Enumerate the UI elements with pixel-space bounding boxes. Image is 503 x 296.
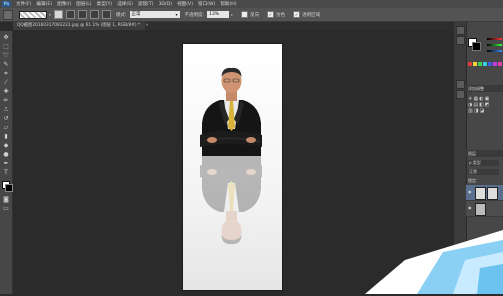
marquee-tool-icon[interactable]: ⬚ <box>2 43 10 50</box>
swatch[interactable] <box>468 62 472 66</box>
crop-tool-icon[interactable]: ⌗ <box>2 70 10 77</box>
layer-mask-thumbnail <box>487 187 498 200</box>
options-bar: ▾ 模式: 正常 不透明度: 13% ▸ 反向 ✓ 仿色 ✓ 透明区域 <box>0 8 503 22</box>
layer-thumbnail <box>475 203 486 216</box>
close-icon[interactable]: × <box>145 23 149 28</box>
layers-filter-kind[interactable]: ρ 类型 <box>468 160 499 166</box>
menu-select[interactable]: 选择(S) <box>117 1 133 7</box>
gradient-tool-icon[interactable]: ▮ <box>2 133 10 140</box>
adjustment-icons[interactable]: ☀▦◐▣ ◑▤◧◩ ▥◨◪ <box>468 96 501 116</box>
gradient-picker[interactable] <box>19 10 47 19</box>
swatch[interactable] <box>483 62 487 66</box>
visibility-eye-icon[interactable]: ◉ <box>468 206 473 210</box>
history-brush-tool-icon[interactable]: ↺ <box>2 115 10 122</box>
swatch[interactable] <box>493 62 497 66</box>
angle-gradient-icon[interactable] <box>78 10 88 19</box>
tools-panel: ✥ ⬚ ➰ ✎ ⌗ ⁄ ✚ ✏ ⎍ ↺ ▱ ▮ ◆ ● ✒ T ◙ ▭ <box>0 31 13 294</box>
layer-row-background[interactable]: ◉ <box>466 201 503 217</box>
diamond-gradient-icon[interactable] <box>102 10 112 19</box>
layers-panel-tab[interactable]: 图层 <box>466 150 503 157</box>
radial-gradient-icon[interactable] <box>66 10 76 19</box>
quick-select-tool-icon[interactable]: ✎ <box>2 61 10 68</box>
menu-3d[interactable]: 3D(D) <box>158 2 172 7</box>
move-tool-icon[interactable]: ✥ <box>2 34 10 41</box>
menu-view[interactable]: 视图(V) <box>177 1 193 7</box>
menu-help[interactable]: 帮助(H) <box>220 1 236 7</box>
businessman-figure <box>200 67 262 156</box>
reflected-figure <box>200 156 262 245</box>
opacity-field[interactable]: 13% <box>207 11 230 18</box>
document-tab[interactable]: QQ截图20160317082222.jpg @ 61.1% (图层 1, RG… <box>13 22 149 30</box>
menu-image[interactable]: 图像(I) <box>57 1 71 7</box>
eyedropper-tool-icon[interactable]: ⁄ <box>2 79 10 86</box>
layers-blend-mode[interactable]: 正常 <box>468 169 499 175</box>
swatch[interactable] <box>478 62 482 66</box>
eraser-tool-icon[interactable]: ▱ <box>2 124 10 131</box>
mode-select[interactable]: 正常 <box>129 11 180 18</box>
red-slider[interactable] <box>487 38 502 40</box>
history-panel-icon[interactable] <box>456 26 465 35</box>
screen-mode-icon[interactable]: ▭ <box>2 205 10 212</box>
menu-filter[interactable]: 滤镜(T) <box>138 1 154 7</box>
character-panel-icon[interactable] <box>456 80 465 89</box>
type-tool-icon[interactable]: T <box>2 169 10 176</box>
background-color-swatch[interactable] <box>5 184 13 192</box>
portrait-reflection <box>182 156 281 269</box>
swatch[interactable] <box>498 62 502 66</box>
gradient-tool-preset-icon[interactable] <box>3 9 13 20</box>
portrait-photo <box>182 43 281 156</box>
reflected-gradient-icon[interactable] <box>90 10 100 19</box>
layer-row-layer1[interactable]: ◉ <box>466 185 503 201</box>
transparency-label: 透明区域 <box>302 12 321 18</box>
menu-file[interactable]: 文件(F) <box>16 1 31 7</box>
opacity-label: 不透明度: <box>184 12 205 18</box>
dither-label: 仿色 <box>276 12 286 18</box>
visibility-eye-icon[interactable]: ◉ <box>468 190 473 194</box>
mode-label: 模式: <box>116 12 127 18</box>
reverse-checkbox[interactable] <box>241 11 249 18</box>
menu-bar: Ps 文件(F) 编辑(E) 图像(I) 图层(L) 类型(Y) 选择(S) 滤… <box>0 0 503 8</box>
color-panel-background[interactable] <box>472 42 481 51</box>
transparency-checkbox[interactable]: ✓ <box>293 11 301 18</box>
blur-tool-icon[interactable]: ◆ <box>2 142 10 149</box>
blue-slider[interactable] <box>487 50 502 52</box>
menu-edit[interactable]: 编辑(E) <box>36 1 52 7</box>
watermark-decoration <box>365 230 503 294</box>
brush-tool-icon[interactable]: ✏ <box>2 97 10 104</box>
lasso-tool-icon[interactable]: ➰ <box>2 52 10 59</box>
chevron-right-icon[interactable]: ▸ <box>231 12 233 17</box>
menu-layer[interactable]: 图层(L) <box>76 1 91 7</box>
dodge-tool-icon[interactable]: ● <box>2 151 10 158</box>
clone-stamp-tool-icon[interactable]: ⎍ <box>2 106 10 113</box>
green-slider[interactable] <box>487 44 502 46</box>
menu-type[interactable]: 类型(Y) <box>97 1 113 7</box>
document-tab-title: QQ截图20160317082222.jpg @ 61.1% (图层 1, RG… <box>17 23 141 28</box>
adjustments-panel-tab[interactable]: 添加调整 <box>466 85 503 92</box>
layers-lock-label: 锁定: <box>468 178 478 183</box>
quick-mask-icon[interactable]: ◙ <box>2 196 10 203</box>
pen-tool-icon[interactable]: ✒ <box>2 160 10 167</box>
app-logo: Ps <box>2 1 11 7</box>
paragraph-panel-icon[interactable] <box>456 90 465 99</box>
swatch[interactable] <box>488 62 492 66</box>
chevron-down-icon[interactable]: ▾ <box>49 12 51 17</box>
healing-brush-tool-icon[interactable]: ✚ <box>2 88 10 95</box>
swatch[interactable] <box>473 62 477 66</box>
layer-thumbnail <box>475 187 486 200</box>
dither-checkbox[interactable]: ✓ <box>267 11 275 18</box>
linear-gradient-icon[interactable] <box>54 10 64 19</box>
reverse-label: 反向 <box>250 12 260 18</box>
properties-panel-icon[interactable] <box>456 36 465 45</box>
menu-window[interactable]: 窗口(W) <box>198 1 215 7</box>
